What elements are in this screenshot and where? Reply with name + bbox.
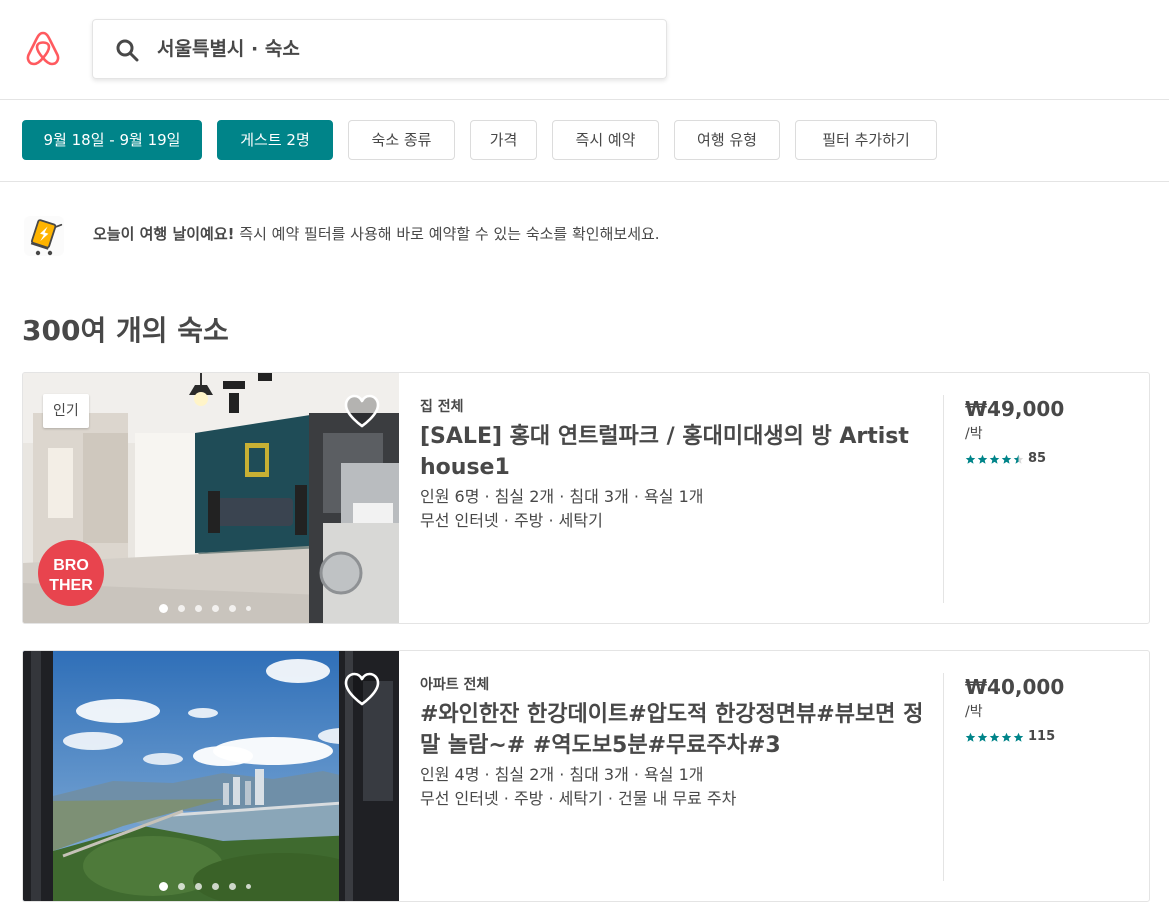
price-unit: /박 bbox=[965, 426, 983, 442]
star-rating bbox=[965, 454, 1024, 465]
price-column: ₩40,000 /박 115 bbox=[965, 673, 1135, 745]
carousel-dot[interactable] bbox=[195, 882, 202, 890]
nightly-price: ₩49,000 bbox=[965, 397, 1065, 421]
star-rating bbox=[965, 732, 1024, 743]
listing-amenities: 무선 인터넷 · 주방 · 세탁기 bbox=[420, 511, 603, 530]
price-column: ₩49,000 /박 85 bbox=[965, 395, 1135, 467]
brand-logo-line1: BRO bbox=[53, 557, 89, 574]
brand-logo-line2: THER bbox=[49, 577, 93, 594]
instant-book-cart-icon bbox=[24, 216, 64, 256]
price-unit: /박 bbox=[965, 704, 983, 720]
star-icon bbox=[1001, 732, 1012, 742]
rating: 115 bbox=[965, 729, 1135, 745]
filter-dates-button[interactable]: 9월 18일 - 9월 19일 bbox=[22, 120, 202, 160]
carousel-dot[interactable] bbox=[195, 604, 202, 612]
carousel-dot[interactable] bbox=[246, 605, 251, 611]
listing-card[interactable]: 인기 BRO THER 집 전체 [SALE] 홍대 연트럴파크 / 홍대미대생… bbox=[22, 372, 1150, 624]
star-icon bbox=[1001, 454, 1012, 464]
divider bbox=[943, 395, 944, 603]
divider bbox=[943, 673, 944, 881]
heart-icon[interactable] bbox=[343, 671, 381, 707]
filter-bar: 9월 18일 - 9월 19일 게스트 2명 숙소 종류 가격 즉시 예약 여행… bbox=[0, 100, 1169, 182]
banner-strong-text: 오늘이 여행 날이예요! bbox=[93, 225, 235, 243]
star-icon bbox=[965, 732, 976, 742]
star-icon bbox=[1013, 732, 1024, 742]
filter-trip-type-button[interactable]: 여행 유형 bbox=[674, 120, 780, 160]
listing-amenities: 무선 인터넷 · 주방 · 세탁기 · 건물 내 무료 주차 bbox=[420, 789, 737, 808]
listing-capacity: 인원 4명 · 침실 2개 · 침대 3개 · 욕실 1개 bbox=[420, 765, 704, 784]
listing-title[interactable]: #와인한잔 한강데이트#압도적 한강정면뷰#뷰보면 정말 놀람~# #역도보5분… bbox=[420, 699, 940, 761]
heart-icon[interactable] bbox=[343, 393, 381, 429]
host-brand-logo: BRO THER bbox=[38, 540, 104, 606]
listing-photo[interactable] bbox=[23, 651, 399, 901]
instant-book-banner: 오늘이 여행 날이예요! 즉시 예약 필터를 사용해 바로 예약할 수 있는 숙… bbox=[22, 210, 1122, 260]
review-count: 115 bbox=[1028, 729, 1056, 744]
banner-message: 오늘이 여행 날이예요! 즉시 예약 필터를 사용해 바로 예약할 수 있는 숙… bbox=[93, 223, 660, 245]
photo-carousel-dots[interactable] bbox=[159, 881, 251, 891]
rating: 85 bbox=[965, 451, 1135, 467]
header: 서울특별시 · 숙소 bbox=[0, 0, 1169, 100]
search-input[interactable]: 서울특별시 · 숙소 bbox=[157, 36, 300, 62]
room-type: 집 전체 bbox=[420, 399, 464, 415]
nightly-price: ₩40,000 bbox=[965, 675, 1065, 699]
search-icon bbox=[116, 39, 139, 62]
carousel-dot[interactable] bbox=[246, 883, 251, 889]
star-icon bbox=[989, 454, 1000, 464]
listing-info: 아파트 전체 #와인한잔 한강데이트#압도적 한강정면뷰#뷰보면 정말 놀람~#… bbox=[420, 675, 940, 811]
star-icon bbox=[965, 454, 976, 464]
star-icon bbox=[1013, 454, 1024, 464]
star-icon bbox=[977, 454, 988, 464]
filter-room-type-button[interactable]: 숙소 종류 bbox=[348, 120, 455, 160]
star-icon bbox=[977, 732, 988, 742]
listing-capacity: 인원 6명 · 침실 2개 · 침대 3개 · 욕실 1개 bbox=[420, 487, 704, 506]
popular-badge: 인기 bbox=[43, 394, 89, 428]
photo-carousel-dots[interactable] bbox=[159, 603, 251, 613]
carousel-dot[interactable] bbox=[159, 603, 168, 613]
carousel-dot[interactable] bbox=[178, 882, 185, 890]
filter-guests-button[interactable]: 게스트 2명 bbox=[217, 120, 333, 160]
listing-title[interactable]: [SALE] 홍대 연트럴파크 / 홍대미대생의 방 Artist house1 bbox=[420, 421, 940, 483]
listing-card[interactable]: 아파트 전체 #와인한잔 한강데이트#압도적 한강정면뷰#뷰보면 정말 놀람~#… bbox=[22, 650, 1150, 902]
filter-price-button[interactable]: 가격 bbox=[470, 120, 537, 160]
results-count-title: 300여 개의 숙소 bbox=[22, 314, 229, 347]
carousel-dot[interactable] bbox=[212, 604, 219, 612]
carousel-dot[interactable] bbox=[229, 882, 236, 890]
carousel-dot[interactable] bbox=[178, 604, 185, 612]
carousel-dot[interactable] bbox=[212, 882, 219, 890]
more-filters-button[interactable]: 필터 추가하기 bbox=[795, 120, 937, 160]
review-count: 85 bbox=[1028, 451, 1047, 466]
airbnb-logo-icon[interactable] bbox=[23, 29, 63, 69]
listing-photo[interactable]: 인기 BRO THER bbox=[23, 373, 399, 623]
star-icon bbox=[989, 732, 1000, 742]
listing-info: 집 전체 [SALE] 홍대 연트럴파크 / 홍대미대생의 방 Artist h… bbox=[420, 397, 940, 533]
banner-body-text: 즉시 예약 필터를 사용해 바로 예약할 수 있는 숙소를 확인해보세요. bbox=[239, 225, 660, 243]
carousel-dot[interactable] bbox=[159, 881, 168, 891]
search-box[interactable]: 서울특별시 · 숙소 bbox=[92, 19, 667, 79]
room-type: 아파트 전체 bbox=[420, 677, 490, 693]
carousel-dot[interactable] bbox=[229, 604, 236, 612]
filter-instant-book-button[interactable]: 즉시 예약 bbox=[552, 120, 659, 160]
